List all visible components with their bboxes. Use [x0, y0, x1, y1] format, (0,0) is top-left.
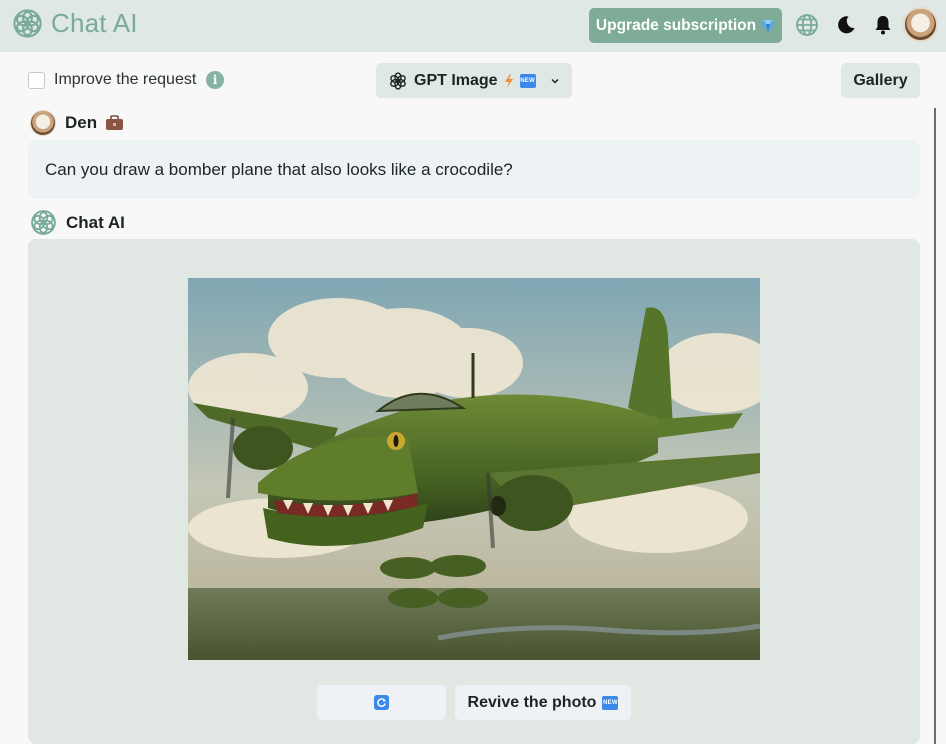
- improve-request-checkbox[interactable]: [28, 72, 45, 89]
- brand[interactable]: Chat AI: [12, 8, 138, 39]
- chevron-down-icon: [551, 78, 559, 84]
- chat-ai-logo-icon: [13, 9, 42, 38]
- gallery-button[interactable]: Gallery: [841, 63, 920, 98]
- scrollbar[interactable]: [934, 108, 936, 744]
- chat-ai-logo-icon: [31, 210, 56, 235]
- model-selector[interactable]: GPT Image NEW: [376, 63, 572, 98]
- refresh-icon: [374, 695, 389, 710]
- model-name: GPT Image: [414, 71, 498, 89]
- moon-icon[interactable]: [834, 13, 858, 37]
- revive-photo-button[interactable]: Revive the photo NEW: [455, 685, 631, 720]
- generated-image[interactable]: [188, 278, 760, 660]
- user-message-text: Can you draw a bomber plane that also lo…: [45, 160, 513, 179]
- lightning-icon: [504, 73, 513, 88]
- gem-icon: [761, 19, 776, 32]
- revive-photo-label: Revive the photo: [467, 693, 597, 711]
- briefcase-icon: [106, 115, 123, 130]
- bot-message-bubble: Revive the photo NEW: [28, 239, 920, 744]
- globe-icon[interactable]: [795, 13, 819, 37]
- user-avatar: [30, 110, 56, 136]
- new-badge: NEW: [519, 73, 536, 88]
- upgrade-label: Upgrade subscription: [595, 16, 757, 34]
- openai-logo-icon: [390, 71, 406, 90]
- user-name: Den: [65, 113, 98, 132]
- bell-icon[interactable]: [871, 13, 895, 37]
- top-header: Chat AI Upgrade subscription: [0, 0, 946, 52]
- user-avatar-menu[interactable]: [903, 7, 938, 42]
- new-badge: NEW: [602, 695, 619, 710]
- info-icon[interactable]: i: [206, 71, 224, 89]
- bot-name: Chat AI: [66, 213, 125, 232]
- brand-name: Chat AI: [51, 8, 138, 38]
- upgrade-subscription-button[interactable]: Upgrade subscription: [589, 8, 782, 43]
- toolbar: Improve the request i GPT Image NEW Gall…: [0, 52, 946, 108]
- regenerate-button[interactable]: [317, 685, 446, 720]
- user-message-bubble: Can you draw a bomber plane that also lo…: [28, 140, 920, 199]
- improve-request-label[interactable]: Improve the request: [54, 71, 196, 89]
